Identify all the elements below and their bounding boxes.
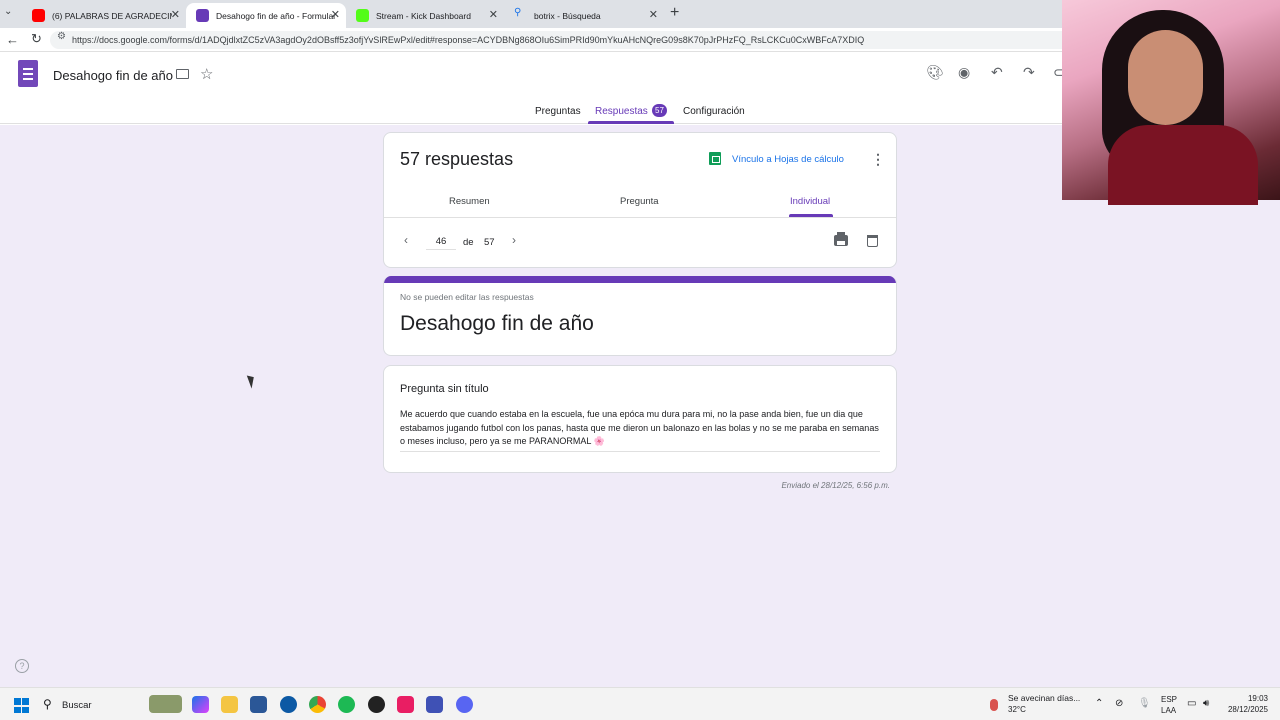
windows-taskbar: ⚲ Buscar Se avecinan días... 32°C ⌃ ⊘ 🎙︎…: [0, 687, 1280, 720]
network-icon[interactable]: ⊘: [1115, 698, 1123, 709]
browser-tab-youtube[interactable]: (6) PALABRAS DE AGRADECIMIEN ✕: [22, 3, 186, 28]
weather-temperature[interactable]: 32°C: [1008, 705, 1026, 714]
active-tab-indicator: [588, 121, 674, 124]
kick-icon: [356, 9, 369, 22]
question-title: Pregunta sin título: [400, 383, 489, 395]
tab-label: Stream - Kick Dashboard: [376, 10, 471, 21]
question-card: Pregunta sin título Me acuerdo que cuand…: [383, 365, 897, 473]
link-to-sheets-button[interactable]: Vínculo a Hojas de cálculo: [732, 154, 844, 165]
edit-disabled-notice: No se pueden editar las respuestas: [400, 292, 534, 302]
palette-icon[interactable]: 🎨︎: [926, 64, 944, 81]
search-icon: ⚲: [514, 7, 522, 18]
responses-summary-card: 57 respuestas Vínculo a Hojas de cálculo…: [383, 132, 897, 268]
search-icon[interactable]: ⚲: [43, 697, 52, 711]
volume-icon[interactable]: 🔊︎: [1203, 698, 1209, 709]
clock-date[interactable]: 28/12/2025: [1218, 705, 1268, 714]
undo-icon[interactable]: ↶: [991, 64, 1003, 81]
app-icon[interactable]: [397, 696, 414, 713]
browser-tab-kick[interactable]: Stream - Kick Dashboard ✕: [346, 3, 504, 28]
redo-icon[interactable]: ↷: [1023, 64, 1035, 81]
input-language[interactable]: ESP: [1161, 695, 1177, 704]
more-options-icon[interactable]: ⋮: [871, 151, 885, 168]
submitted-timestamp: Enviado el 28/12/25, 6:56 p.m.: [781, 481, 890, 490]
clock-time[interactable]: 19:03: [1228, 694, 1268, 703]
copilot-icon[interactable]: [192, 696, 209, 713]
response-count-badge: 57: [652, 104, 667, 117]
responses-count: 57 respuestas: [400, 149, 514, 169]
close-tab-icon[interactable]: ✕: [331, 8, 340, 21]
obs-icon[interactable]: [368, 696, 385, 713]
display-icon[interactable]: ▭: [1187, 698, 1196, 709]
show-hidden-icons-chevron-icon[interactable]: ⌃: [1095, 698, 1103, 709]
close-tab-icon[interactable]: ✕: [489, 8, 498, 21]
close-tab-icon[interactable]: ✕: [171, 8, 180, 21]
microsoft-store-icon[interactable]: [250, 696, 267, 713]
tab-label: (6) PALABRAS DE AGRADECIMIEN: [52, 10, 172, 21]
delete-trash-icon[interactable]: [867, 235, 878, 247]
document-title[interactable]: Desahogo fin de año: [53, 68, 173, 83]
form-title: Desahogo fin de año: [400, 312, 594, 335]
url-text: https://docs.google.com/forms/d/1ADQjdlx…: [72, 35, 865, 45]
next-response-chevron-icon[interactable]: ›: [512, 233, 516, 247]
tab-questions[interactable]: Preguntas: [535, 106, 581, 117]
youtube-icon: [32, 9, 45, 22]
chrome-icon[interactable]: [309, 696, 326, 713]
edge-icon[interactable]: [280, 696, 297, 713]
weather-text[interactable]: Se avecinan días...: [1008, 693, 1080, 703]
google-forms-logo-icon[interactable]: [18, 60, 38, 87]
google-sheets-icon[interactable]: [709, 152, 721, 165]
form-title-card: No se pueden editar las respuestas Desah…: [383, 276, 897, 356]
subtab-individual[interactable]: Individual: [790, 196, 830, 207]
microphone-icon[interactable]: 🎙︎: [1138, 698, 1151, 709]
tab-search-chevron-icon[interactable]: ⌄: [4, 6, 12, 17]
tab-label: botrix - Búsqueda: [534, 10, 601, 21]
site-info-icon[interactable]: ⚙: [57, 31, 66, 42]
help-icon[interactable]: ?: [15, 659, 29, 673]
keyboard-layout[interactable]: LAA: [1161, 706, 1176, 715]
close-tab-icon[interactable]: ✕: [649, 8, 658, 21]
star-icon[interactable]: ☆: [200, 65, 213, 83]
search-highlight-image: [149, 695, 182, 713]
subtab-question[interactable]: Pregunta: [620, 196, 659, 207]
tab-settings[interactable]: Configuración: [683, 106, 745, 117]
file-explorer-icon[interactable]: [221, 696, 238, 713]
accent-bar: [384, 276, 896, 283]
print-icon[interactable]: [834, 232, 848, 246]
previous-response-chevron-icon[interactable]: ‹: [404, 233, 408, 247]
weather-icon[interactable]: [990, 699, 998, 711]
eye-preview-icon[interactable]: ◉: [958, 64, 970, 81]
app-icon-2[interactable]: [426, 696, 443, 713]
new-tab-plus-icon[interactable]: +: [670, 4, 679, 22]
webcam-person-body: [1108, 125, 1258, 205]
subtab-summary[interactable]: Resumen: [449, 196, 490, 207]
reload-icon[interactable]: ↻: [31, 31, 42, 47]
discord-icon[interactable]: [456, 696, 473, 713]
pager-of-label: de: [463, 237, 474, 248]
browser-tab-search[interactable]: ⚲ botrix - Búsqueda ✕: [504, 3, 664, 28]
webcam-person-face: [1128, 30, 1203, 125]
tab-responses[interactable]: Respuestas: [595, 106, 648, 117]
back-arrow-icon[interactable]: ←: [6, 32, 19, 47]
google-forms-icon: [196, 9, 209, 22]
browser-tab-forms[interactable]: Desahogo fin de año - Formulario ✕: [186, 3, 346, 28]
divider: [384, 217, 896, 218]
pager-total: 57: [484, 237, 495, 248]
tab-label: Desahogo fin de año - Formulario: [216, 10, 336, 21]
taskbar-search-label[interactable]: Buscar: [62, 700, 92, 711]
folder-icon[interactable]: [176, 69, 189, 79]
windows-start-icon[interactable]: [14, 698, 29, 713]
response-number-input[interactable]: 46: [426, 233, 456, 250]
address-bar[interactable]: https://docs.google.com/forms/d/1ADQjdlx…: [50, 31, 1070, 49]
answer-text: Me acuerdo que cuando estaba en la escue…: [400, 408, 880, 452]
spotify-icon[interactable]: [338, 696, 355, 713]
